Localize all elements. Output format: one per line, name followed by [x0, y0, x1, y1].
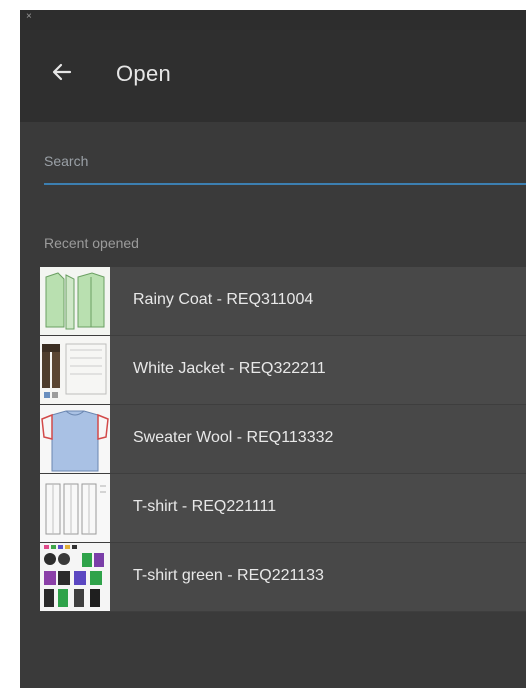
item-label: White Jacket - REQ322211 — [133, 360, 326, 377]
search-underline — [44, 183, 526, 185]
item-label: Sweater Wool - REQ113332 — [133, 429, 334, 446]
back-button[interactable] — [50, 60, 74, 84]
thumbnail-image — [40, 405, 110, 473]
search-field — [44, 146, 526, 186]
list-item[interactable]: White Jacket - REQ322211 — [40, 336, 526, 405]
open-dialog: × Open Recent opened Rainy — [20, 10, 526, 688]
page-title: Open — [116, 61, 172, 86]
item-label: T-shirt green - REQ221133 — [133, 567, 324, 584]
recent-list: Rainy Coat - REQ311004 White Jacket - RE… — [40, 267, 526, 612]
thumbnail-image — [40, 267, 110, 335]
list-item[interactable]: T-shirt - REQ221111 — [40, 474, 526, 543]
outer-background — [0, 0, 20, 688]
list-item[interactable]: T-shirt green - REQ221133 — [40, 543, 526, 612]
item-label: Rainy Coat - REQ311004 — [133, 291, 314, 308]
dialog-header: Open — [20, 30, 526, 122]
thumbnail-image — [40, 474, 110, 542]
thumbnail-image — [40, 543, 110, 611]
top-background — [20, 0, 526, 10]
arrow-left-icon — [52, 63, 72, 81]
window-titlebar: × — [20, 10, 526, 30]
item-label: T-shirt - REQ221111 — [133, 498, 277, 515]
list-item[interactable]: Sweater Wool - REQ113332 — [40, 405, 526, 474]
close-icon[interactable]: × — [26, 11, 32, 23]
search-input[interactable] — [44, 146, 522, 176]
list-item[interactable]: Rainy Coat - REQ311004 — [40, 267, 526, 336]
thumbnail-image — [40, 336, 110, 404]
recent-opened-heading: Recent opened — [44, 235, 139, 251]
